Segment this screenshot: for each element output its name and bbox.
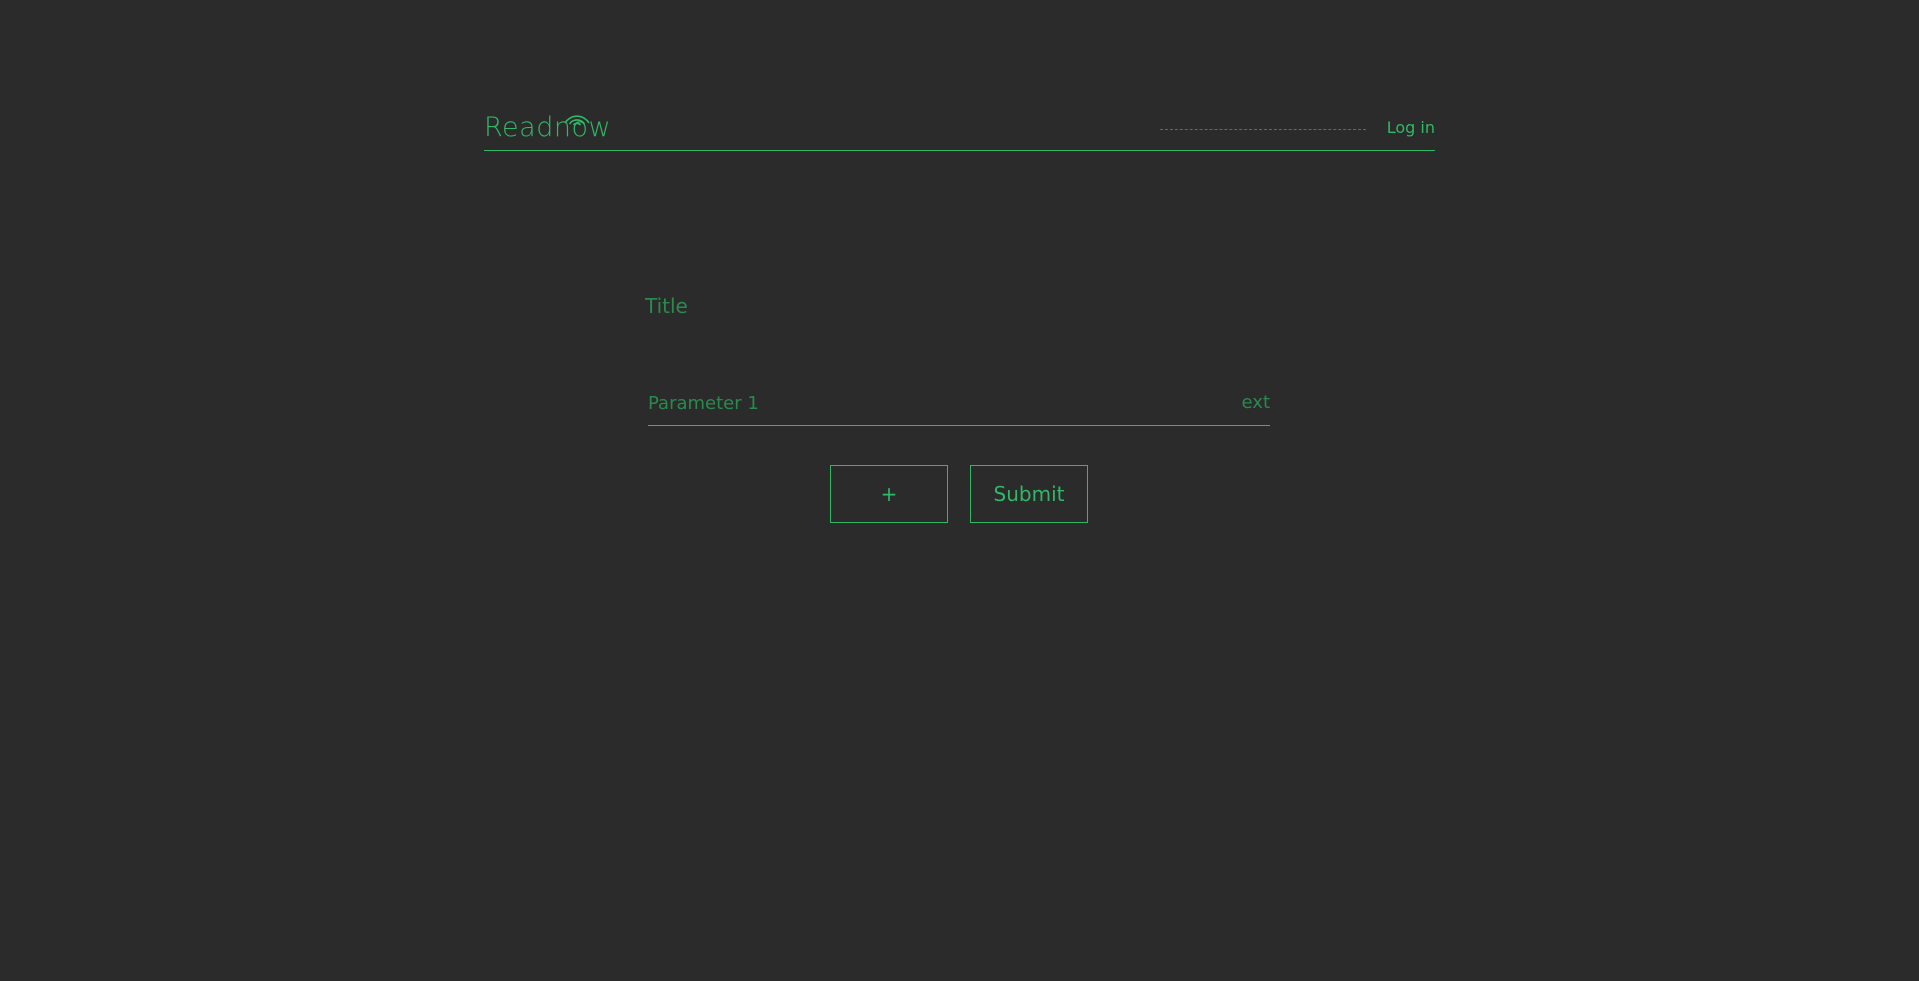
logo-text: Readnow xyxy=(484,112,612,143)
parameter-suffix: ext xyxy=(1241,392,1270,413)
page: Readnow Log in ext + Submit xyxy=(0,0,1919,981)
login-link[interactable]: Log in xyxy=(1387,118,1435,137)
submit-button[interactable]: Submit xyxy=(970,465,1088,523)
logo[interactable]: Readnow xyxy=(484,112,611,143)
header: Readnow Log in xyxy=(484,104,1435,151)
parameter-row: ext xyxy=(648,389,1270,426)
search-input[interactable] xyxy=(1160,129,1366,130)
wifi-signal-icon xyxy=(562,110,592,126)
add-parameter-button[interactable]: + xyxy=(830,465,948,523)
title-input[interactable] xyxy=(645,290,1273,322)
parameter-input[interactable] xyxy=(648,389,1208,417)
